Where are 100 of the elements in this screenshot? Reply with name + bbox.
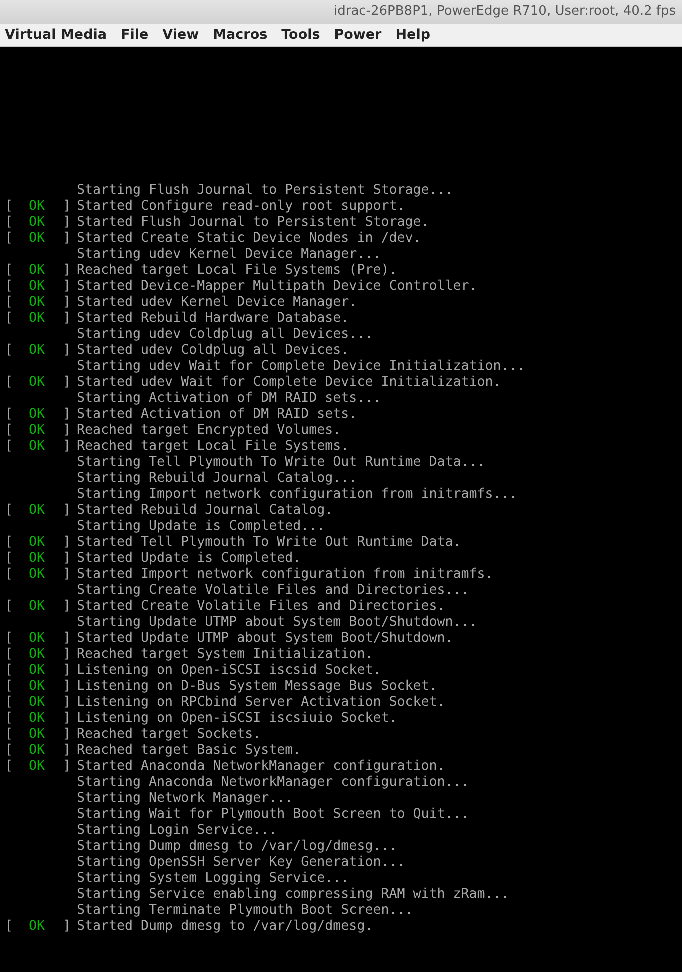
bracket-text: [: [5, 375, 14, 391]
log-message: Reached target System Initialization.: [77, 647, 374, 663]
bracket-text: ]: [63, 263, 72, 279]
log-message: Reached target Basic System.: [77, 743, 302, 759]
log-pending-message: Starting Login Service...: [77, 823, 278, 839]
menu-item[interactable]: File: [121, 24, 149, 46]
log-pending-message: Starting Terminate Plymouth Boot Screen...: [77, 903, 414, 919]
log-message: Started udev Wait for Complete Device Initialization.: [77, 375, 502, 391]
ok-status: OK: [29, 599, 46, 615]
menu-item[interactable]: View: [162, 24, 200, 46]
log-pending-message: Starting Network Manager...: [77, 791, 294, 807]
bracket-text: [: [5, 759, 14, 775]
ok-status: OK: [29, 439, 46, 455]
log-pending-message: Starting Import network configuration from initramfs...: [77, 487, 518, 503]
log-message: Reached target Sockets.: [77, 727, 262, 743]
menu-item[interactable]: Help: [396, 24, 430, 46]
ok-status: OK: [29, 503, 46, 519]
bracket-text: ]: [63, 551, 72, 567]
bracket-text: [: [5, 919, 14, 935]
ok-status: OK: [29, 743, 46, 759]
ok-status: OK: [29, 231, 46, 247]
log-pending-message: Starting OpenSSH Server Key Generation...: [77, 855, 406, 871]
bracket-text: [: [5, 647, 14, 663]
bracket-text: ]: [63, 679, 72, 695]
bracket-text: ]: [63, 503, 72, 519]
bracket-text: ]: [63, 279, 72, 295]
bracket-text: ]: [63, 423, 72, 439]
ok-status: OK: [29, 423, 46, 439]
ok-status: OK: [29, 551, 46, 567]
bracket-text: ]: [63, 919, 72, 935]
ok-status: OK: [29, 711, 46, 727]
log-message: Started Dump dmesg to /var/log/dmesg.: [77, 919, 374, 935]
log-message: Started Update UTMP about System Boot/Shutdown.: [77, 631, 454, 647]
bracket-text: [: [5, 679, 14, 695]
bracket-text: ]: [63, 439, 72, 455]
ok-status: OK: [29, 295, 46, 311]
ok-status: OK: [29, 215, 46, 231]
bracket-text: ]: [63, 343, 72, 359]
bracket-text: [: [5, 567, 14, 583]
menu-item[interactable]: Power: [334, 24, 382, 46]
log-pending-message: Starting System Logging Service...: [77, 871, 350, 887]
bracket-text: [: [5, 439, 14, 455]
bracket-text: [: [5, 343, 14, 359]
bracket-text: ]: [63, 231, 72, 247]
bracket-text: [: [5, 231, 14, 247]
bracket-text: [: [5, 199, 14, 215]
log-message: Started Flush Journal to Persistent Storage.: [77, 215, 430, 231]
log-message: Listening on RPCbind Server Activation Socket.: [77, 695, 446, 711]
log-pending-message: Starting Rebuild Journal Catalog...: [77, 471, 358, 487]
log-pending-message: Starting Service enabling compressing RAM with zRam...: [77, 887, 510, 903]
ok-status: OK: [29, 695, 46, 711]
bracket-text: ]: [63, 711, 72, 727]
log-message: Listening on D-Bus System Message Bus Socket.: [77, 679, 438, 695]
ok-status: OK: [29, 727, 46, 743]
menu-item[interactable]: Tools: [282, 24, 320, 46]
bracket-text: [: [5, 295, 14, 311]
bracket-text: [: [5, 663, 14, 679]
log-message: Started Anaconda NetworkManager configuration.: [77, 759, 446, 775]
log-message: Started Create Volatile Files and Directories.: [77, 599, 446, 615]
ok-status: OK: [29, 663, 46, 679]
ok-status: OK: [29, 375, 46, 391]
bracket-text: ]: [63, 647, 72, 663]
bracket-text: ]: [63, 407, 72, 423]
log-pending-message: Starting Tell Plymouth To Write Out Runtime Data...: [77, 455, 486, 471]
bracket-text: ]: [63, 631, 72, 647]
bracket-text: ]: [63, 567, 72, 583]
bracket-text: [: [5, 279, 14, 295]
log-message: Reached target Encrypted Volumes.: [77, 423, 342, 439]
log-pending-message: Starting Flush Journal to Persistent Storage...: [77, 183, 454, 199]
bracket-text: [: [5, 695, 14, 711]
bracket-text: ]: [63, 215, 72, 231]
ok-status: OK: [29, 919, 46, 935]
log-pending-message: Starting Update is Completed...: [77, 519, 326, 535]
ok-status: OK: [29, 407, 46, 423]
log-message: Started udev Kernel Device Manager.: [77, 295, 358, 311]
log-message: Reached target Local File Systems.: [77, 439, 350, 455]
bracket-text: [: [5, 503, 14, 519]
bracket-text: [: [5, 423, 14, 439]
bracket-text: [: [5, 311, 14, 327]
log-message: Started Rebuild Hardware Database.: [77, 311, 350, 327]
ok-status: OK: [29, 199, 46, 215]
log-pending-message: Starting Wait for Plymouth Boot Screen to Quit...: [77, 807, 470, 823]
log-message: Listening on Open-iSCSI iscsiuio Socket.: [77, 711, 398, 727]
bracket-text: [: [5, 727, 14, 743]
bracket-text: [: [5, 551, 14, 567]
bracket-text: [: [5, 743, 14, 759]
bracket-text: [: [5, 599, 14, 615]
bracket-text: ]: [63, 295, 72, 311]
menu-item[interactable]: Macros: [213, 24, 268, 46]
bracket-text: ]: [63, 663, 72, 679]
log-message: Started Configure read-only root support.: [77, 199, 406, 215]
ok-status: OK: [29, 567, 46, 583]
log-pending-message: Starting Create Volatile Files and Directories...: [77, 583, 470, 599]
bracket-text: ]: [63, 759, 72, 775]
bracket-text: [: [5, 631, 14, 647]
menu-item[interactable]: Virtual Media: [5, 24, 107, 46]
ok-status: OK: [29, 679, 46, 695]
bracket-text: ]: [63, 599, 72, 615]
window-title: idrac-26PB8P1, PowerEdge R710, User:root, 40.2 fps: [334, 3, 676, 22]
log-message: Started Import network configuration from initramfs.: [77, 567, 494, 583]
